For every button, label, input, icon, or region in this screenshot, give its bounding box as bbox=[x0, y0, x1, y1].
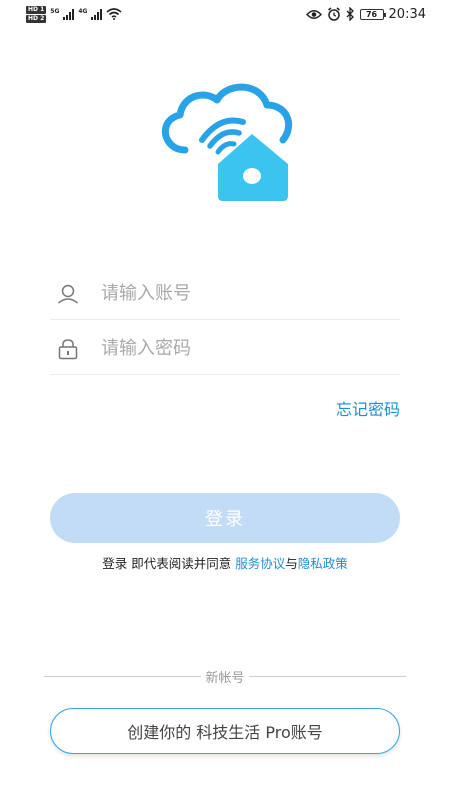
wifi-icon bbox=[106, 8, 123, 20]
login-button[interactable]: 登录 bbox=[50, 493, 400, 543]
alarm-icon bbox=[327, 7, 340, 21]
battery-indicator: 76 bbox=[359, 8, 386, 20]
network-type-1: 5G bbox=[50, 7, 60, 15]
hd2-badge: HD 2 bbox=[26, 14, 47, 23]
status-bar: HD 1 HD 2 5G 4G 76 20:34 bbox=[0, 0, 450, 28]
account-input[interactable] bbox=[101, 283, 400, 304]
hd-indicators: HD 1 HD 2 bbox=[26, 5, 47, 23]
lock-icon bbox=[58, 338, 78, 359]
hd1-badge: HD 1 bbox=[26, 5, 47, 14]
new-account-divider: 新帐号 bbox=[0, 667, 450, 686]
eye-icon bbox=[305, 9, 322, 19]
smart-home-logo bbox=[161, 83, 292, 201]
agreement-text: 登录 即代表阅读并同意 服务协议与隐私政策 bbox=[0, 553, 450, 572]
status-right: 76 20:34 bbox=[305, 6, 426, 22]
signal-icon bbox=[91, 8, 103, 20]
network-type-2: 4G bbox=[78, 7, 88, 15]
signal-icon bbox=[63, 8, 75, 20]
agreement-prefix: 登录 即代表阅读并同意 bbox=[102, 556, 236, 571]
user-icon bbox=[58, 284, 78, 304]
status-left: HD 1 HD 2 5G 4G bbox=[26, 5, 123, 23]
agreement-and: 与 bbox=[285, 556, 298, 571]
status-time: 20:34 bbox=[388, 6, 426, 22]
new-account-label: 新帐号 bbox=[201, 671, 249, 686]
forgot-password-link[interactable]: 忘记密码 bbox=[336, 396, 400, 420]
password-input[interactable] bbox=[101, 338, 400, 359]
privacy-policy-link[interactable]: 隐私政策 bbox=[298, 556, 348, 571]
password-field[interactable] bbox=[50, 323, 400, 375]
account-field[interactable] bbox=[50, 268, 400, 320]
login-screen: HD 1 HD 2 5G 4G 76 20:34 请输入账号 忘记密码 登录 登… bbox=[0, 0, 450, 800]
service-agreement-link[interactable]: 服务协议 bbox=[235, 556, 285, 571]
create-account-button[interactable]: 创建你的 科技生活 Pro账号 bbox=[50, 708, 400, 754]
bluetooth-icon bbox=[346, 7, 354, 21]
